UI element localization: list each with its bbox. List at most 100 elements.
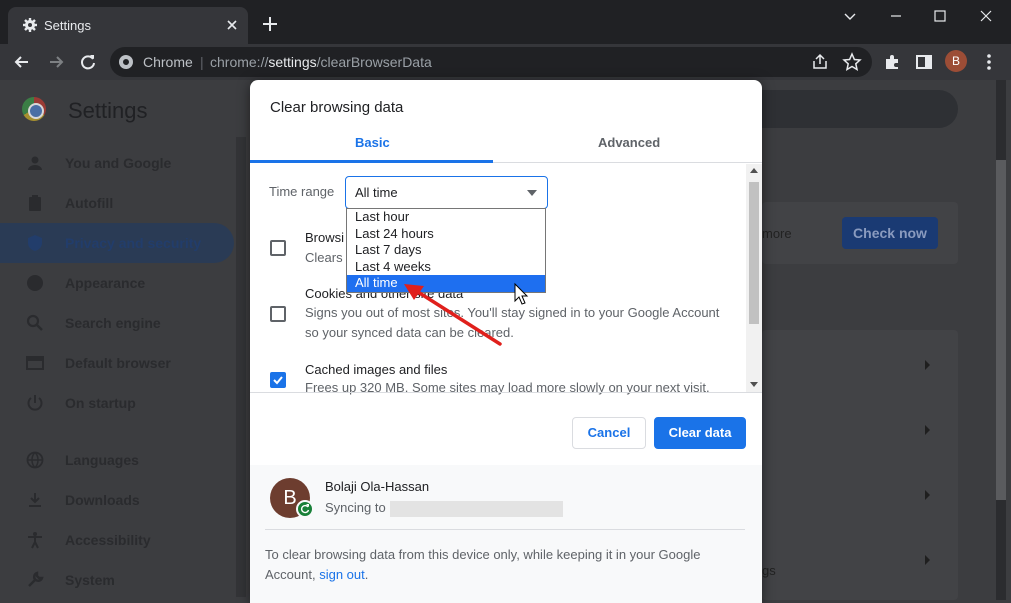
tab-search-chevron-icon[interactable] <box>840 6 860 26</box>
back-icon[interactable] <box>12 52 32 72</box>
sidebar-item-search-engine[interactable]: Search engine <box>0 303 234 343</box>
download-icon <box>29 493 41 507</box>
sidebar-item-appearance[interactable]: Appearance <box>0 263 234 303</box>
cached-images-title: Cached images and files <box>305 362 448 377</box>
sidebar-item-label: Autofill <box>65 195 114 211</box>
option-last-hour[interactable]: Last hour <box>347 209 545 226</box>
close-window-icon[interactable] <box>976 6 996 26</box>
chrome-logo-icon <box>22 97 46 121</box>
gear-icon <box>23 18 37 32</box>
check-now-button[interactable]: Check now <box>842 217 938 249</box>
footer-divider <box>265 529 745 530</box>
extensions-puzzle-icon[interactable] <box>882 52 902 72</box>
side-panel-icon[interactable] <box>914 52 934 72</box>
cancel-button[interactable]: Cancel <box>572 417 646 449</box>
sidebar-item-label: Languages <box>65 452 139 468</box>
browser-window-icon <box>26 356 44 370</box>
profile-avatar[interactable]: B <box>945 50 967 72</box>
site-settings-partial-text: gs <box>762 563 776 578</box>
sidebar-item-system[interactable]: System <box>0 560 234 600</box>
share-icon[interactable] <box>810 52 830 72</box>
chevron-right-icon[interactable] <box>924 555 932 565</box>
sidebar-item-autofill[interactable]: Autofill <box>0 183 234 223</box>
tab-title: Settings <box>44 18 91 33</box>
chevron-right-icon[interactable] <box>924 425 932 435</box>
cached-images-checkbox[interactable] <box>270 372 286 388</box>
footer-note: To clear browsing data from this device … <box>265 547 701 582</box>
sidebar-item-label: System <box>65 572 115 588</box>
new-tab-icon[interactable] <box>260 14 280 34</box>
tab-basic[interactable]: Basic <box>355 135 390 150</box>
address-bar[interactable]: Chrome | chrome://settings/clearBrowserD… <box>110 47 872 77</box>
dialog-scrollbar[interactable] <box>746 164 762 392</box>
cached-images-desc: Frees up 320 MB. Some sites may load mor… <box>305 380 710 395</box>
sidebar-item-label: Privacy and security <box>65 235 202 251</box>
sidebar-item-on-startup[interactable]: On startup <box>0 383 234 423</box>
clear-browsing-data-dialog: Clear browsing data Basic Advanced Time … <box>250 80 762 603</box>
sidebar-item-label: On startup <box>65 395 136 411</box>
divider <box>250 392 762 393</box>
sidebar-item-languages[interactable]: Languages <box>0 440 234 480</box>
globe-icon <box>26 451 44 469</box>
chrome-site-icon <box>119 55 133 69</box>
user-name: Bolaji Ola-Hassan <box>325 479 430 494</box>
safety-check-partial-text: more <box>762 226 792 241</box>
reload-icon[interactable] <box>78 52 98 72</box>
close-tab-icon[interactable] <box>224 17 240 33</box>
search-icon <box>26 314 43 331</box>
chevron-right-icon[interactable] <box>924 360 932 370</box>
title-bar: Settings <box>0 0 1011 44</box>
sidebar-item-downloads[interactable]: Downloads <box>0 480 234 520</box>
checkmark-icon <box>273 376 283 385</box>
maximize-icon[interactable] <box>930 6 950 26</box>
sidebar-scrollbar[interactable] <box>236 137 246 597</box>
sidebar-item-default-browser[interactable]: Default browser <box>0 343 234 383</box>
tab-advanced[interactable]: Advanced <box>598 135 660 150</box>
minimize-icon[interactable] <box>886 6 906 26</box>
dialog-footer: B Bolaji Ola-Hassan Syncing to To clear … <box>250 465 762 603</box>
tab-settings[interactable]: Settings <box>8 7 248 44</box>
browsing-history-checkbox[interactable] <box>270 240 286 256</box>
clear-data-button[interactable]: Clear data <box>654 417 746 449</box>
dialog-scrollbar-thumb[interactable] <box>749 182 759 324</box>
cookies-checkbox[interactable] <box>270 306 286 322</box>
sidebar-item-accessibility[interactable]: Accessibility <box>0 520 234 560</box>
sidebar-item-label: Appearance <box>65 275 146 291</box>
page-scrollbar-thumb[interactable] <box>996 160 1006 500</box>
time-range-label: Time range <box>269 184 335 199</box>
accessibility-icon <box>28 532 42 549</box>
shield-icon <box>28 235 42 251</box>
forward-icon[interactable] <box>46 52 66 72</box>
chevron-right-icon[interactable] <box>924 490 932 500</box>
option-last-24-hours[interactable]: Last 24 hours <box>347 226 545 243</box>
page-title: Settings <box>68 98 148 123</box>
sidebar-item-privacy-and-security[interactable]: Privacy and security <box>0 223 234 263</box>
wrench-icon <box>28 571 44 587</box>
sidebar-item-you-and-google[interactable]: You and Google <box>0 143 234 183</box>
time-range-value: All time <box>355 185 398 200</box>
scroll-down-arrow-icon[interactable] <box>750 382 758 387</box>
scroll-up-arrow-icon[interactable] <box>750 168 758 173</box>
option-last-4-weeks[interactable]: Last 4 weeks <box>347 259 545 276</box>
sidebar-item-label: Search engine <box>65 315 161 331</box>
bookmark-star-icon[interactable] <box>842 52 862 72</box>
cookies-desc: Signs you out of most sites. You'll stay… <box>305 305 720 340</box>
menu-dots-icon[interactable] <box>979 52 999 72</box>
sign-out-link[interactable]: sign out <box>319 567 365 582</box>
time-range-select[interactable]: All time <box>345 176 548 209</box>
syncing-label: Syncing to <box>325 500 386 515</box>
omnibox-separator: | <box>200 54 204 70</box>
active-tab-indicator <box>250 160 493 163</box>
sidebar-item-label: Downloads <box>65 492 140 508</box>
option-last-7-days[interactable]: Last 7 days <box>347 242 545 259</box>
dialog-tabs: Basic Advanced <box>250 128 762 163</box>
sidebar-item-label: You and Google <box>65 155 172 171</box>
site-label: Chrome <box>143 54 193 70</box>
time-range-dropdown-list: Last hour Last 24 hours Last 7 days Last… <box>346 208 546 293</box>
option-all-time[interactable]: All time <box>347 275 545 292</box>
url-text[interactable]: chrome://settings/clearBrowserData <box>210 54 432 70</box>
dialog-title: Clear browsing data <box>270 99 404 116</box>
power-icon <box>27 395 43 411</box>
sidebar-item-label: Accessibility <box>65 532 151 548</box>
browser-toolbar: Chrome | chrome://settings/clearBrowserD… <box>0 44 1011 80</box>
